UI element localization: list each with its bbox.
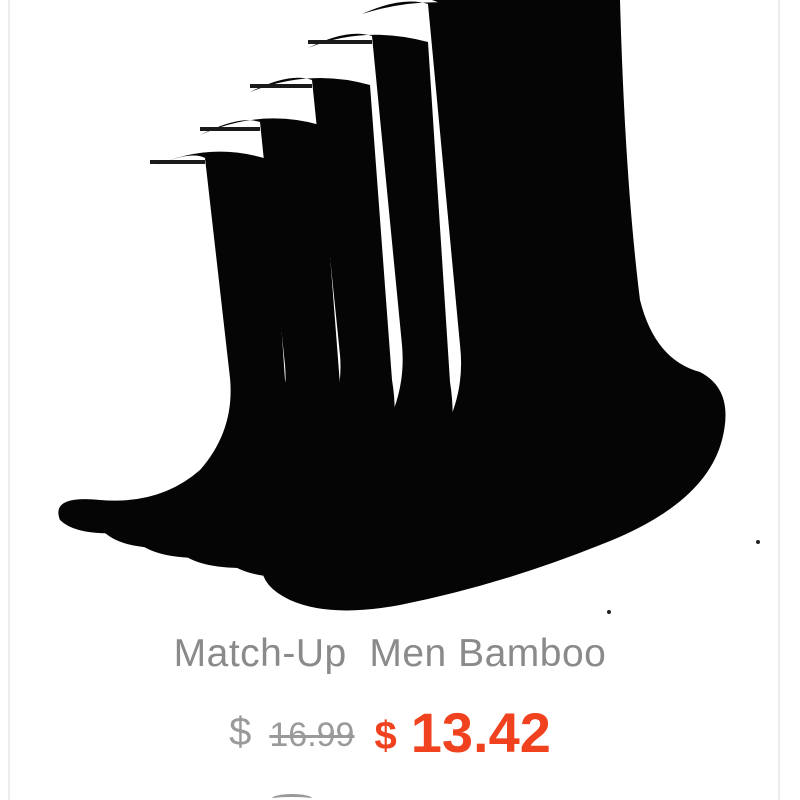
sale-price-currency: $ — [374, 714, 397, 758]
price-row: $ 16.99 $ 13.42 — [0, 700, 780, 765]
original-price: $ 16.99 — [229, 710, 354, 765]
sale-price-value: 13.42 — [410, 701, 551, 764]
card-border-left — [8, 0, 10, 800]
cropped-element-below — [272, 794, 312, 800]
original-price-value: 16.99 — [269, 716, 355, 754]
card-border-right — [778, 0, 780, 800]
sale-price: $ 13.42 — [374, 700, 550, 765]
socks-icon — [58, 0, 726, 611]
product-title[interactable]: Match-Up Men Bamboo — [0, 632, 780, 676]
product-image[interactable] — [40, 0, 740, 620]
image-speck — [607, 610, 611, 614]
original-price-currency: $ — [229, 710, 252, 754]
product-card[interactable]: Match-Up Men Bamboo $ 16.99 $ 13.42 — [0, 0, 800, 800]
image-speck — [756, 540, 760, 544]
